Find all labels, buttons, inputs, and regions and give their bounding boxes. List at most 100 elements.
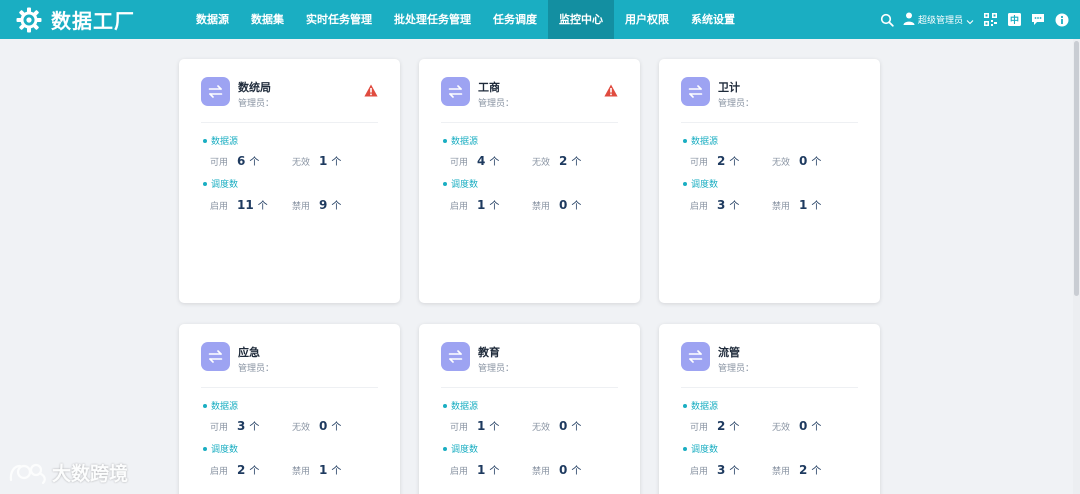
qrcode-icon[interactable] [982, 12, 998, 28]
stat-label: 可用 [450, 158, 469, 168]
stat-label: 可用 [450, 423, 469, 433]
section-label-text: 调度数 [691, 445, 719, 455]
stat-unit: 个 [571, 201, 582, 212]
bullet-dot-icon [203, 446, 207, 451]
swap-arrows-icon [201, 342, 230, 371]
nav-item-batch-tasks[interactable]: 批处理任务管理 [383, 0, 482, 39]
stat-invalid: 无效 0 个 [532, 418, 581, 433]
stat-unit: 个 [249, 157, 260, 168]
stat-label: 可用 [210, 158, 229, 168]
stat-value: 2 [717, 154, 726, 168]
translate-icon[interactable]: 中 [1006, 12, 1022, 28]
stat-enabled: 启用 2 个 [210, 462, 259, 477]
section-label-text: 调度数 [211, 180, 239, 190]
stat-available: 可用 2 个 [690, 418, 739, 433]
app-title: 数据工厂 [51, 9, 135, 33]
schedule-section-label: 调度数 [683, 442, 718, 455]
info-icon[interactable] [1054, 12, 1070, 28]
bullet-dot-icon [203, 138, 207, 143]
user-menu[interactable]: 超级管理员 [903, 10, 974, 29]
user-name: 超级管理员 [917, 16, 963, 26]
bullet-dot-icon [443, 181, 447, 186]
stat-value: 0 [319, 419, 328, 433]
stat-unit: 个 [331, 157, 342, 168]
card-admin-label: 管理员： [478, 99, 515, 109]
card-header: 教育 管理员： [441, 342, 618, 376]
nav-item-monitoring-center[interactable]: 监控中心 [548, 0, 614, 39]
divider [441, 387, 618, 388]
stat-label: 启用 [450, 202, 469, 212]
stat-invalid: 无效 1 个 [292, 153, 341, 168]
datasource-section-label: 数据源 [203, 399, 238, 412]
bullet-dot-icon [203, 403, 207, 408]
stat-disabled: 禁用 0 个 [532, 462, 581, 477]
department-card[interactable]: 工商 管理员： 数据源 可用 4 个 无效 2 个 调度数 启用 1 个 禁用 0 个 [419, 59, 640, 303]
message-icon[interactable] [1030, 12, 1046, 28]
watermark-text: 大数跨境 [52, 463, 129, 485]
nav-item-datasource[interactable]: 数据源 [185, 0, 240, 39]
stat-value: 3 [717, 463, 726, 477]
datasource-section-label: 数据源 [443, 134, 478, 147]
search-icon[interactable] [879, 12, 895, 28]
stat-unit: 个 [489, 157, 500, 168]
card-header: 数统局 管理员： [201, 77, 378, 111]
section-label-text: 调度数 [451, 180, 479, 190]
scrollbar-thumb[interactable] [1074, 41, 1079, 296]
brand[interactable]: 数据工厂 [14, 5, 185, 35]
stat-unit: 个 [811, 466, 822, 477]
stat-label: 可用 [690, 158, 709, 168]
department-card[interactable]: 应急 管理员： 数据源 可用 3 个 无效 0 个 调度数 启用 2 个 禁用 1 个 [179, 324, 400, 494]
stat-value: 2 [237, 463, 246, 477]
divider [681, 387, 858, 388]
card-title: 数统局 [238, 81, 271, 94]
swap-arrows-icon [681, 342, 710, 371]
warning-icon[interactable] [604, 82, 618, 97]
stat-label: 启用 [690, 467, 709, 477]
card-admin-label: 管理员： [478, 364, 515, 374]
department-card[interactable]: 流管 管理员： 数据源 可用 2 个 无效 0 个 调度数 启用 3 个 禁用 2 个 [659, 324, 880, 494]
divider [201, 122, 378, 123]
card-admin-label: 管理员： [718, 364, 755, 374]
department-card[interactable]: 卫计 管理员： 数据源 可用 2 个 无效 0 个 调度数 启用 3 个 禁用 1 个 [659, 59, 880, 303]
divider [681, 122, 858, 123]
stat-value: 3 [717, 198, 726, 212]
stat-unit: 个 [571, 157, 582, 168]
bullet-dot-icon [443, 138, 447, 143]
stat-value: 1 [319, 463, 328, 477]
stat-enabled: 启用 11 个 [210, 197, 268, 212]
stat-value: 0 [559, 463, 568, 477]
stat-enabled: 启用 3 个 [690, 462, 739, 477]
stat-unit: 个 [331, 466, 342, 477]
stat-unit: 个 [729, 422, 740, 433]
stat-value: 4 [477, 154, 486, 168]
nav-item-dataset[interactable]: 数据集 [240, 0, 295, 39]
stat-label: 启用 [690, 202, 709, 212]
stat-available: 可用 2 个 [690, 153, 739, 168]
swap-arrows-icon [441, 77, 470, 106]
stat-value: 9 [319, 198, 328, 212]
section-label-text: 数据源 [691, 402, 719, 412]
stat-unit: 个 [489, 201, 500, 212]
stat-disabled: 禁用 1 个 [772, 197, 821, 212]
bullet-dot-icon [443, 403, 447, 408]
stat-enabled: 启用 1 个 [450, 462, 499, 477]
datasource-section-label: 数据源 [443, 399, 478, 412]
nav-item-task-scheduling[interactable]: 任务调度 [482, 0, 548, 39]
warning-icon[interactable] [364, 82, 378, 97]
bullet-dot-icon [683, 181, 687, 186]
nav-item-system-settings[interactable]: 系统设置 [680, 0, 746, 39]
stat-value: 2 [717, 419, 726, 433]
stat-label: 无效 [532, 423, 551, 433]
nav-item-user-permissions[interactable]: 用户权限 [614, 0, 680, 39]
stat-label: 禁用 [772, 467, 791, 477]
section-label-text: 数据源 [451, 402, 479, 412]
stat-unit: 个 [729, 466, 740, 477]
stat-unit: 个 [331, 422, 342, 433]
divider [201, 387, 378, 388]
nav-item-realtime-tasks[interactable]: 实时任务管理 [295, 0, 383, 39]
vertical-scrollbar[interactable] [1073, 39, 1080, 494]
bullet-dot-icon [203, 181, 207, 186]
section-label-text: 数据源 [691, 137, 719, 147]
department-card[interactable]: 数统局 管理员： 数据源 可用 6 个 无效 1 个 调度数 启用 11 个 禁用 9 个 [179, 59, 400, 303]
department-card[interactable]: 教育 管理员： 数据源 可用 1 个 无效 0 个 调度数 启用 1 个 禁用 0 个 [419, 324, 640, 494]
